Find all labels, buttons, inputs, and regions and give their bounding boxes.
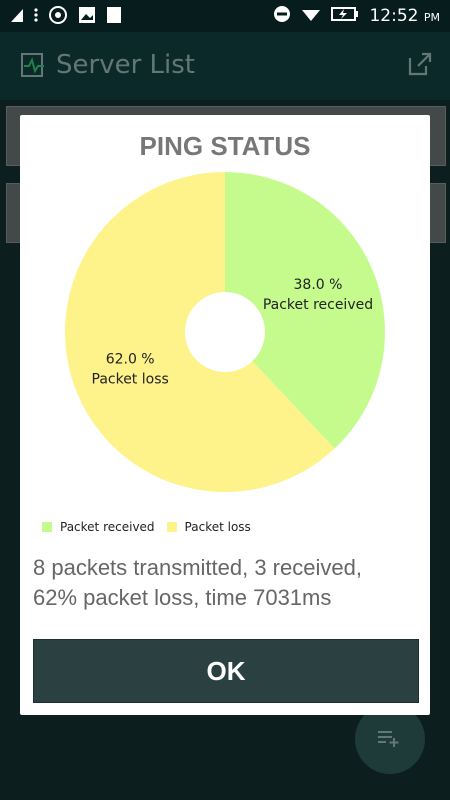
battery-charging-icon (331, 6, 359, 26)
dialog-title: PING STATUS (139, 131, 311, 161)
clock-time: 12:52 (369, 6, 419, 26)
ping-result-message: 8 packets transmitted, 3 received, 62% p… (33, 553, 423, 613)
pie-category-label: Packet loss (92, 372, 169, 388)
message-line-2: 62% packet loss, time 7031ms (33, 585, 332, 610)
wifi-icon (301, 5, 321, 27)
ping-pie-chart: 38.0 % Packet received 62.0 % Packet loss (64, 172, 386, 492)
pie-value-label: 62.0 % (106, 352, 155, 368)
status-bar: 12:52 PM (0, 0, 450, 32)
do-not-disturb-icon (273, 5, 291, 27)
legend-item-received: Packet received (42, 520, 155, 534)
ping-status-dialog: PING STATUS 38.0 % Packet received 62.0 % P… (20, 115, 430, 715)
legend-item-loss: Packet loss (166, 520, 251, 534)
signal-icon (10, 7, 24, 27)
pie-value-label: 38.0 % (294, 277, 343, 293)
clock-ampm: PM (423, 11, 440, 24)
legend-label-loss: Packet loss (184, 520, 251, 534)
message-line-1: 8 packets transmitted, 3 received, (33, 555, 362, 580)
notification-square-icon (106, 6, 122, 28)
pie-category-label: Packet received (263, 297, 373, 313)
clock: 12:52 PM (369, 6, 440, 26)
pie-center-hole (185, 292, 265, 372)
chart-legend: Packet received Packet loss (42, 520, 263, 534)
legend-label-received: Packet received (60, 520, 155, 534)
ok-button[interactable]: OK (33, 639, 419, 703)
legend-swatch-loss (166, 522, 177, 532)
legend-swatch-received (42, 522, 52, 532)
image-icon (78, 6, 96, 28)
whatsapp-icon (48, 5, 68, 29)
overflow-dots-icon (34, 7, 38, 27)
